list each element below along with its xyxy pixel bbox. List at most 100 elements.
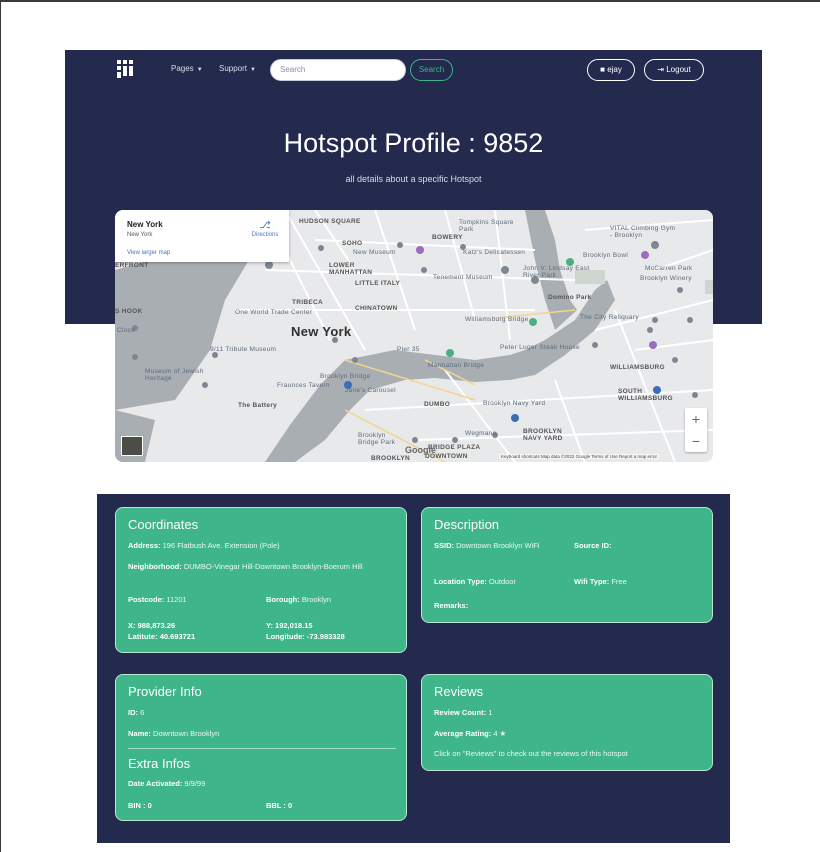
provider-name-field: Name: Downtown Brooklyn [128,728,219,739]
section-divider [128,748,396,749]
map-label-south-williamsburg: SOUTH WILLIAMSBURG [618,388,673,402]
map-label-brooklyn-bridge: Brooklyn Bridge [320,373,371,380]
map-label-domino-park: Domino Park [548,294,592,301]
map-label-clock: Clock [117,327,135,334]
details-section: Coordinates Address: 196 Flatbush Ave. E… [97,494,730,843]
navbar: Pages ▼ Support ▼ Search Search ■ ejay ⇥ L… [65,50,762,88]
map-label-museum-jewish: Museum of Jewish Heritage [145,368,204,382]
map-label-manhattan-bridge: Manhattan Bridge [428,362,485,369]
search-input[interactable]: Search [270,59,406,81]
bbl-field: BBL : 0 [266,800,292,811]
zoom-out-button[interactable]: − [685,430,707,452]
map-place-title: New York [127,220,163,229]
map-label-tenement: Tenement Museum [433,274,493,281]
star-icon: ★ [499,729,507,738]
page-title: Hotspot Profile : 9852 [283,128,544,158]
map-label-fraunces: Fraunces Tavern [277,382,330,389]
view-larger-map-link[interactable]: View larger map [127,250,170,256]
map-label-vital: VITAL Climbing Gym - Brooklyn [610,225,676,239]
page-subtitle: all details about a specific Hotspot [345,174,482,184]
user-button[interactable]: ■ ejay [587,59,635,81]
coordinates-card: Coordinates Address: 196 Flatbush Ave. E… [115,507,407,653]
address-field: Address: 196 Flatbush Ave. Extension (Po… [128,540,398,551]
location-type-label: Location Type: [434,577,487,586]
average-rating-field: Average Rating: 4 ★ [434,728,506,739]
longitude-label: Longitude: [266,632,305,641]
map-label-peter-luger: Peter Luger Steak House [500,344,580,351]
user-icon: ■ [600,65,605,74]
remarks-label: Remarks: [434,601,469,610]
map-label-tribute: 9/11 Tribute Museum [210,346,277,353]
reviews-card[interactable]: Reviews Review Count: 1 Average Rating: … [421,674,713,771]
latitude-label: Latitute: [128,632,158,641]
map-label-brooklyn-bowl: Brooklyn Bowl [583,252,629,259]
map-label-brooklyn: BROOKLYN [371,455,410,462]
map-label-williamsburg-bridge: Williamsburg Bridge [465,316,529,323]
chevron-down-icon: ▼ [196,67,203,73]
map-label-brooklyn-bridge-park: Brooklyn Bridge Park [358,432,396,446]
borough-label: Borough: [266,595,300,604]
postcode-value: 11201 [166,595,187,604]
directions-link[interactable]: ⎇ Directions [247,220,283,238]
provider-title: Provider Info [128,684,202,699]
map-place-subtitle: New York [127,232,153,238]
address-value: 196 Flatbush Ave. Extension (Pole) [162,541,280,550]
source-id-field: Source ID: [574,540,612,551]
average-rating-label: Average Rating: [434,729,492,738]
bin-label: BIN : [128,801,146,810]
latitude-field: Latitute: 40.693721 [128,631,195,642]
neighborhood-value: DUMBO-Vinegar Hill-Downtown Brooklyn-Boe… [183,562,363,571]
nav-pages-dropdown[interactable]: Pages ▼ [171,64,203,73]
search-button[interactable]: Search [410,59,453,81]
description-card: Description SSID: Downtown Brooklyn WiFi… [421,507,713,623]
longitude-value: -73.983328 [306,632,345,641]
x-field: X: 988,873.26 [128,620,175,631]
map-label-bowery: BOWERY [432,234,463,241]
satellite-toggle[interactable] [121,436,143,456]
directions-icon: ⎇ [259,220,271,231]
bbl-label: BBL : [266,801,286,810]
date-activated-value: 9/9/99 [184,779,206,788]
map-label-erfront: ERFRONT [115,262,149,269]
provider-card: Provider Info ID: 6 Name: Downtown Brook… [115,674,407,821]
nav-support-dropdown[interactable]: Support ▼ [219,64,256,73]
bin-field: BIN : 0 [128,800,152,811]
longitude-field: Longitude: -73.983328 [266,631,345,642]
user-name: ejay [607,65,622,74]
chevron-down-icon: ▼ [250,67,256,73]
map-label-mccarren: McCarren Park [645,265,693,272]
map-embed[interactable]: HUDSON SQUARE SOHO BOWERY Tompkins Squar… [115,210,713,462]
map-attribution[interactable]: Keyboard shortcuts Map data ©2022 Google… [499,454,660,459]
location-type-value: Outdoor [488,577,516,586]
zoom-in-button[interactable]: + [685,408,707,430]
borough-value: Brooklyn [301,595,332,604]
map-label-new-york: New York [291,324,352,339]
map-label-chinatown: CHINATOWN [355,305,398,312]
map-label-williamsburg: WILLIAMSBURG [610,364,665,371]
nav-support-label: Support [219,64,248,73]
y-value: 192,018.15 [275,621,313,630]
borough-field: Borough: Brooklyn [266,594,331,605]
review-count-label: Review Count: [434,708,487,717]
logout-button[interactable]: ⇥ Logout [644,59,704,81]
map-label-brooklyn-navy-yard-poi: Brooklyn Navy Yard [483,400,546,407]
ssid-value: Downtown Brooklyn WiFi [456,541,540,550]
neighborhood-field: Neighborhood: DUMBO-Vinegar Hill-Downtow… [128,561,383,572]
map-label-katz: Katz's Delicatessen [463,249,526,256]
wifi-type-field: Wifi Type: Free [574,576,627,587]
map-label-hudson-square: HUDSON SQUARE [299,218,361,225]
map-label-dumbo: DUMBO [424,401,451,408]
y-label: Y: [266,621,273,630]
coordinates-title: Coordinates [128,517,199,532]
provider-id-label: ID: [128,708,138,717]
map-label-jane: Jane's Carousel [345,387,396,394]
ssid-field: SSID: Downtown Brooklyn WiFi [434,540,554,551]
site-logo-icon[interactable] [117,60,133,78]
logout-label: Logout [666,65,691,74]
map-label-tribeca: TRIBECA [292,299,323,306]
reviews-title: Reviews [434,684,484,699]
wifi-type-value: Free [611,577,627,586]
google-logo: Google [405,445,436,455]
bin-value: 0 [147,801,152,810]
provider-id-field: ID: 6 [128,707,144,718]
